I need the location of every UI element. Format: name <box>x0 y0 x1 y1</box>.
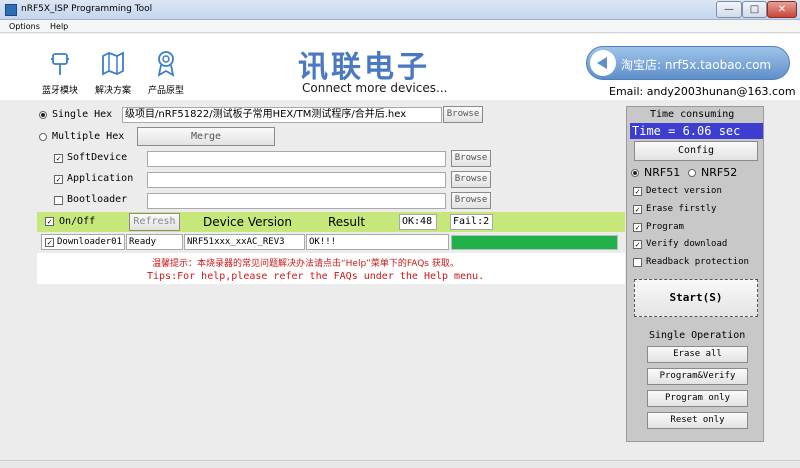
back-arrow-icon <box>590 50 616 76</box>
menu-help[interactable]: Help <box>47 20 71 33</box>
single-hex-radio[interactable] <box>39 111 47 119</box>
refresh-button[interactable]: Refresh <box>129 213 180 231</box>
map-icon <box>102 51 124 76</box>
bootloader-browse-button[interactable]: Browse <box>451 192 491 209</box>
verify-download-checkbox[interactable]: ✓ <box>633 240 642 249</box>
time-consuming-title: Time consuming <box>650 109 735 120</box>
award-icon <box>157 51 175 77</box>
nav-label: 解决方案 <box>94 86 131 96</box>
erase-all-button[interactable]: Erase all <box>647 346 748 363</box>
reset-only-button[interactable]: Reset only <box>647 412 748 429</box>
downloader-name: Downloader01 <box>57 237 123 247</box>
banner: 蓝牙模块 解决方案 产品原型 讯联电子 Connect more devices… <box>0 34 800 100</box>
softdevice-path-field[interactable] <box>147 151 446 167</box>
detect-version-label: Detect version <box>646 186 722 196</box>
nrf52-label: NRF52 <box>701 166 738 179</box>
application-browse-button[interactable]: Browse <box>451 171 491 188</box>
start-button[interactable]: Start(S) <box>634 279 758 317</box>
softdevice-checkbox[interactable]: ✓ <box>54 154 63 163</box>
time-value: Time = 6.06 sec <box>630 123 763 139</box>
nav-solutions[interactable]: 解决方案 <box>90 48 136 96</box>
shop-link[interactable]: 淘宝店: nrf5x.taobao.com <box>586 46 790 80</box>
erase-firstly-checkbox[interactable]: ✓ <box>633 205 642 214</box>
nav-bluetooth-modules[interactable]: 蓝牙模块 <box>37 48 83 96</box>
device-version-header: Device Version <box>203 215 292 229</box>
multiple-hex-label: Multiple Hex <box>52 131 125 142</box>
email-text: Email: andy2003hunan@163.com <box>609 85 796 98</box>
nrf52-radio[interactable] <box>688 169 696 177</box>
menu-options[interactable]: Options <box>6 20 43 33</box>
nrf51-label: NRF51 <box>644 166 681 179</box>
program-verify-button[interactable]: Program&Verify <box>647 368 748 385</box>
bootloader-path-field[interactable] <box>147 193 446 209</box>
app-icon <box>5 4 17 16</box>
status-strip <box>0 460 800 468</box>
single-hex-path-field[interactable]: 级项目/nRF51822/测试板子常用HEX/TM测试程序/合并后.hex <box>122 107 442 123</box>
readback-protection-label: Readback protection <box>646 257 749 267</box>
title-bar: nRF5X_ISP Programming Tool — □ ✕ <box>0 0 800 20</box>
fail-count: Fail:2 <box>450 214 493 230</box>
single-hex-browse-button[interactable]: Browse <box>443 106 483 123</box>
download-progress-bar <box>451 235 618 250</box>
readback-protection-checkbox[interactable] <box>633 258 642 267</box>
program-only-button[interactable]: Program only <box>647 390 748 407</box>
softdevice-browse-button[interactable]: Browse <box>451 150 491 167</box>
single-hex-label: Single Hex <box>52 109 113 120</box>
tip-chinese: 温馨提示：本烧录器的常见问题解决办法请点击“Help”菜单下的FAQs 获取。 <box>152 259 459 269</box>
application-path-field[interactable] <box>147 172 446 188</box>
multiple-hex-radio[interactable] <box>39 133 47 141</box>
config-button[interactable]: Config <box>634 141 758 161</box>
tip-english: Tips:For help,please refer the FAQs unde… <box>147 271 485 282</box>
nav-label: 蓝牙模块 <box>41 86 78 96</box>
close-button[interactable]: ✕ <box>767 1 797 18</box>
verify-download-label: Verify download <box>646 239 728 249</box>
program-label: Program <box>646 222 684 232</box>
onoff-checkbox[interactable]: ✓ <box>45 217 54 226</box>
device-version: NRF51xxx_xxAC_REV3 <box>184 234 305 250</box>
device-result: OK!!! <box>306 234 449 250</box>
minimize-button[interactable]: — <box>716 1 742 18</box>
bootloader-label: Bootloader <box>67 194 128 205</box>
application-checkbox[interactable]: ✓ <box>54 175 63 184</box>
bluetooth-module-icon <box>51 53 69 75</box>
merge-button[interactable]: Merge <box>137 127 275 146</box>
result-header: Result <box>328 215 366 229</box>
application-label: Application <box>67 173 134 184</box>
downloader-checkbox[interactable]: ✓ <box>45 238 54 247</box>
bootloader-checkbox[interactable] <box>54 196 63 205</box>
program-checkbox[interactable]: ✓ <box>633 223 642 232</box>
menu-bar: Options Help <box>0 20 800 33</box>
detect-version-checkbox[interactable]: ✓ <box>633 187 642 196</box>
window-title: nRF5X_ISP Programming Tool <box>21 4 153 14</box>
shop-text: 淘宝店: nrf5x.taobao.com <box>621 58 772 72</box>
progress-fill <box>452 236 617 249</box>
tagline: Connect more devices... <box>302 81 448 95</box>
erase-firstly-label: Erase firstly <box>646 204 717 214</box>
brand-logo: 讯联电子 <box>298 50 430 85</box>
nrf51-radio[interactable] <box>631 169 639 177</box>
softdevice-label: SoftDevice <box>67 152 128 163</box>
device-state: Ready <box>126 234 183 250</box>
ok-count: OK:48 <box>399 214 437 230</box>
onoff-label: On/Off <box>59 216 96 227</box>
nav-label: 产品原型 <box>147 86 184 96</box>
single-operation-title: Single Operation <box>649 330 746 341</box>
maximize-button[interactable]: □ <box>742 1 767 18</box>
nav-prototypes[interactable]: 产品原型 <box>143 48 189 96</box>
